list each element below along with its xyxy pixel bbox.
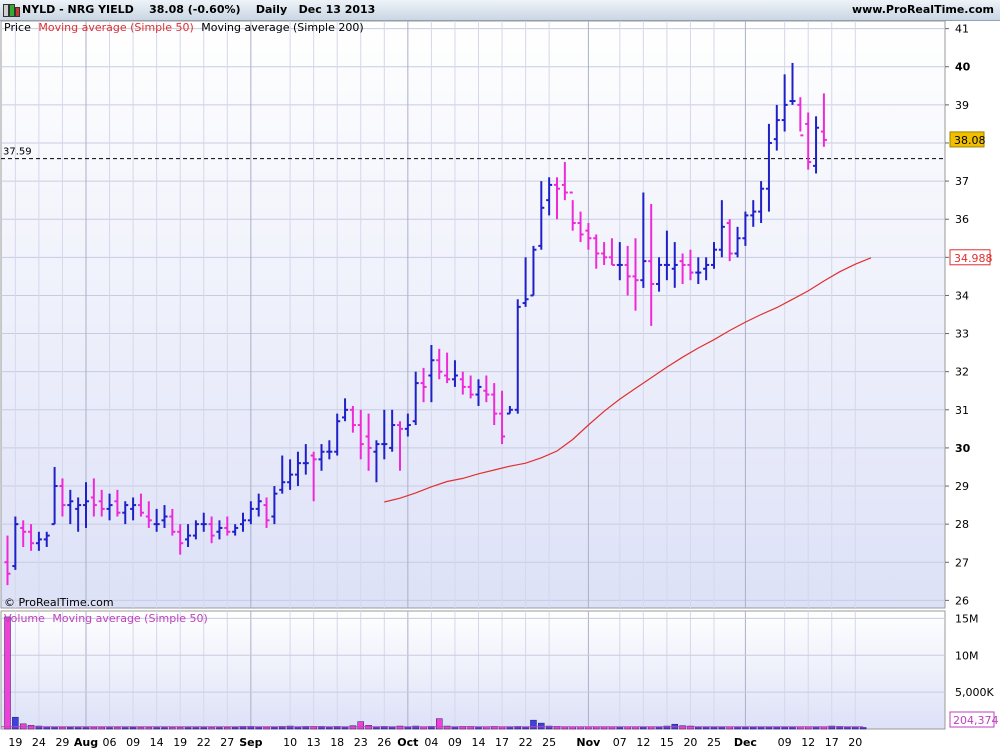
time-tick-label: Oct (397, 736, 418, 749)
price-tick-label: 40 (955, 61, 971, 74)
time-tick-label: 04 (424, 736, 438, 749)
volume-bar (4, 616, 11, 730)
volume-bar (263, 726, 270, 730)
volume-tick-label: 15M (955, 612, 979, 625)
volume-bar (679, 725, 686, 730)
volume-bar (169, 727, 176, 730)
volume-bar (192, 727, 200, 730)
volume-bar (349, 725, 357, 730)
last-price-badge-label: 38.08 (954, 134, 986, 147)
legend-ma200: Moving average (Simple 200) (201, 21, 363, 34)
volume-bar (106, 727, 113, 730)
legend-volume-ma50: Moving average (Simple 50) (52, 612, 207, 625)
price-volume-chart[interactable]: 26272829303132333435363738394041192429Au… (0, 0, 1000, 750)
price-tick-label: 31 (955, 404, 969, 417)
time-tick-label: 12 (636, 736, 650, 749)
volume-bar (153, 727, 160, 730)
time-tick-label: 23 (354, 736, 368, 749)
time-tick-label: 17 (825, 736, 839, 749)
legend-volume: Volume (4, 612, 45, 625)
time-tick-label: 13 (307, 736, 321, 749)
price-tick-label: 29 (955, 480, 969, 493)
time-tick-label: 26 (377, 736, 391, 749)
time-tick-label: 22 (197, 736, 211, 749)
time-tick-label: 12 (801, 736, 815, 749)
time-tick-label: 09 (126, 736, 140, 749)
dashed-level-label: 37.59 (3, 147, 32, 158)
time-tick-label: 09 (448, 736, 462, 749)
time-tick-label: 06 (103, 736, 117, 749)
volume-bar (859, 727, 867, 730)
volume-bar (98, 726, 105, 730)
time-tick-label: 14 (472, 736, 486, 749)
price-tick-label: 41 (955, 23, 969, 36)
volume-bar (208, 727, 215, 730)
volume-bar (224, 727, 231, 730)
volume-legend: Volume Moving average (Simple 50) (4, 612, 208, 625)
volume-bar (200, 727, 207, 730)
time-tick-label: 10 (283, 736, 297, 749)
price-tick-label: 33 (955, 328, 969, 341)
time-tick-label: 20 (683, 736, 697, 749)
volume-bar (530, 719, 537, 730)
time-tick-label: Dec (734, 736, 757, 749)
time-tick-label: 25 (542, 736, 556, 749)
time-tick-label: 29 (55, 736, 69, 749)
time-tick-label: 17 (495, 736, 509, 749)
time-tick-label: 15 (660, 736, 674, 749)
legend-ma50: Moving average (Simple 50) (38, 21, 193, 34)
time-tick-label: 07 (613, 736, 627, 749)
time-tick-label: Sep (239, 736, 262, 749)
time-tick-label: 14 (150, 736, 164, 749)
time-tick-label: 20 (848, 736, 862, 749)
price-tick-label: 39 (955, 99, 969, 112)
time-tick-label: 19 (173, 736, 187, 749)
price-tick-label: 30 (955, 442, 971, 455)
time-tick-label: 22 (519, 736, 533, 749)
price-tick-label: 36 (955, 213, 969, 226)
volume-tick-label: 5,000K (955, 686, 994, 699)
volume-bar (216, 727, 223, 730)
volume-bar (122, 727, 129, 730)
volume-bar (161, 727, 168, 730)
price-tick-label: 27 (955, 556, 969, 569)
volume-bar (114, 727, 121, 730)
price-tick-label: 37 (955, 175, 969, 188)
volume-bar (129, 726, 137, 730)
volume-bar (231, 726, 239, 730)
volume-bar (176, 727, 184, 730)
volume-bar (184, 727, 192, 730)
time-tick-label: 24 (32, 736, 46, 749)
time-tick-label: 09 (778, 736, 792, 749)
volume-bar (82, 727, 90, 730)
volume-bar (145, 727, 153, 730)
price-tick-label: 26 (955, 594, 969, 607)
time-tick-label: 18 (330, 736, 344, 749)
ma50-badge-label: 34.988 (954, 252, 993, 265)
volume-bar (137, 727, 145, 730)
legend-price: Price (4, 21, 31, 34)
time-tick-label: 19 (8, 736, 22, 749)
volume-last-badge-label: 204,374 (953, 714, 999, 727)
time-tick-label: Aug (74, 736, 98, 749)
time-tick-label: 25 (707, 736, 721, 749)
volume-tick-label: 10M (955, 649, 979, 662)
volume-bar (90, 726, 98, 730)
price-tick-label: 32 (955, 366, 969, 379)
time-tick-label: Nov (576, 736, 601, 749)
legend: Price Moving average (Simple 50) Moving … (4, 21, 364, 34)
volume-bar (538, 722, 545, 730)
time-tick-label: 27 (220, 736, 234, 749)
volume-panel (0, 610, 946, 730)
volume-bar (357, 721, 364, 730)
price-panel (0, 20, 946, 609)
volume-bar (59, 726, 66, 730)
volume-bar (271, 726, 278, 730)
volume-bar (74, 727, 82, 730)
volume-bar (436, 718, 443, 730)
volume-bar (67, 726, 74, 730)
price-tick-label: 28 (955, 518, 969, 531)
copyright-label: © ProRealTime.com (4, 596, 114, 609)
price-tick-label: 34 (955, 289, 969, 302)
